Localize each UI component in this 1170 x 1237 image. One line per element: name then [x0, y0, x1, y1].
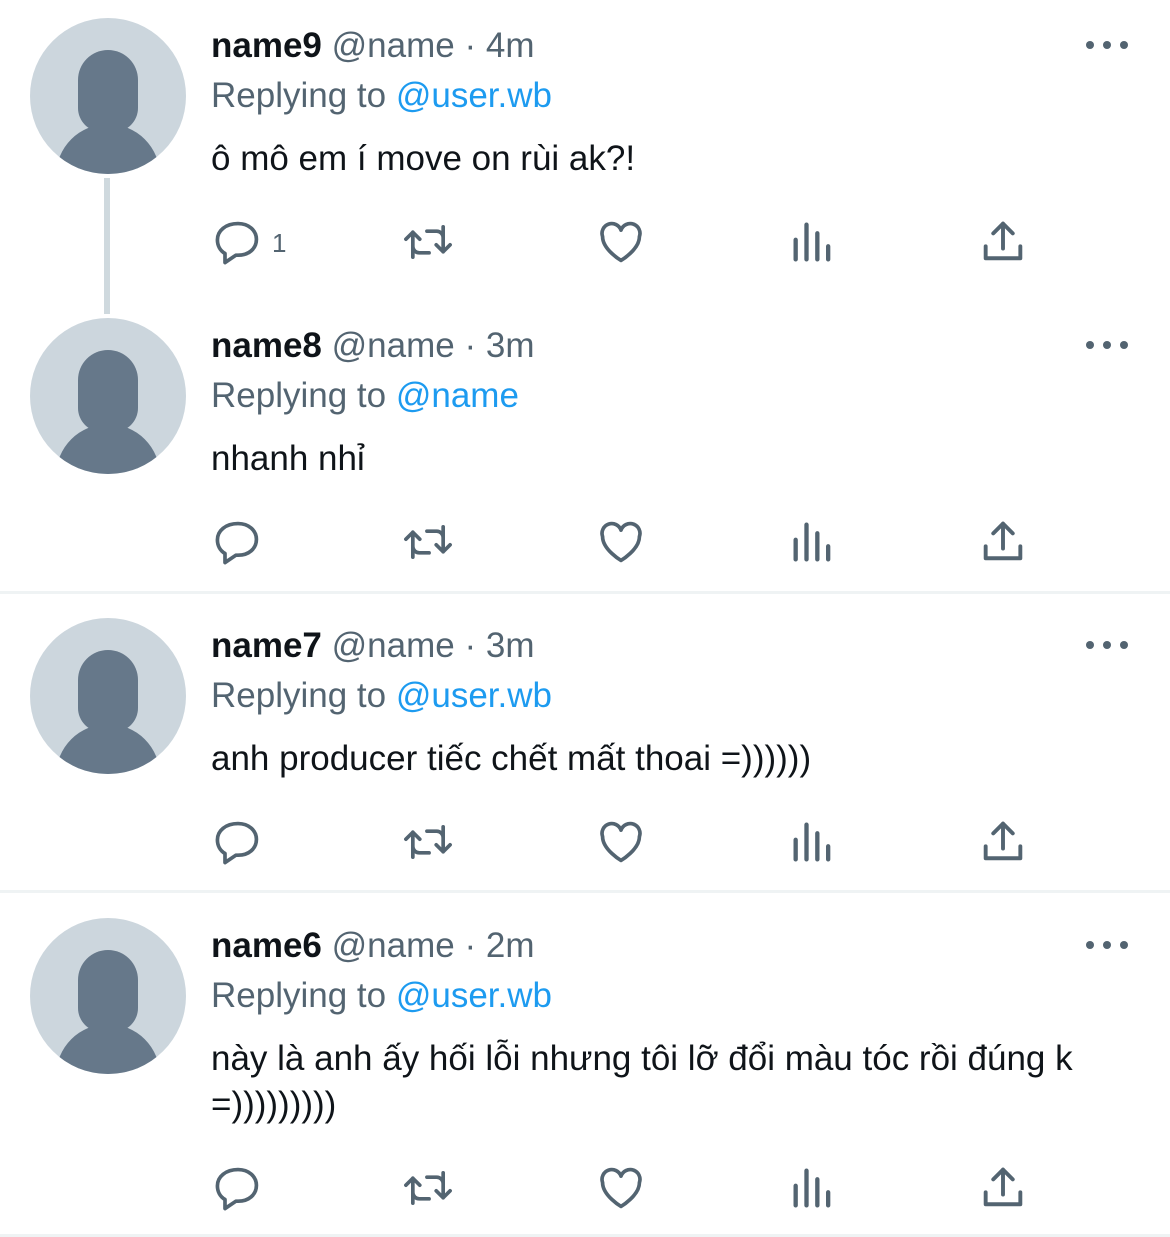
tweet-text: anh producer tiếc chết mất thoai =)))))) — [211, 739, 812, 778]
reply-button[interactable] — [212, 1162, 264, 1214]
tweet-2[interactable]: name8 @name · 3m Replying to @name nhanh… — [0, 300, 1170, 592]
avatar[interactable] — [30, 18, 186, 174]
reply-icon — [215, 1167, 259, 1211]
display-name[interactable]: name8 — [211, 326, 322, 365]
share-button[interactable] — [977, 216, 1029, 268]
handle[interactable]: @name — [332, 326, 455, 365]
share-icon — [983, 221, 1023, 261]
more-icon[interactable] — [1086, 638, 1128, 652]
retweet-button[interactable] — [402, 216, 454, 268]
tweet-header: name7 @name · 3m — [211, 626, 534, 666]
like-button[interactable] — [595, 516, 647, 568]
retweet-icon — [404, 224, 452, 260]
separator: · — [464, 26, 477, 65]
separator: · — [464, 926, 477, 965]
replying-to-label: Replying to — [211, 676, 387, 715]
reply-button[interactable] — [212, 816, 264, 868]
display-name[interactable]: name6 — [211, 926, 322, 965]
retweet-icon — [404, 1170, 452, 1206]
replying-to-link[interactable]: @user.wb — [396, 676, 552, 715]
divider — [0, 890, 1170, 893]
views-button[interactable] — [787, 1162, 839, 1214]
replying-to-label: Replying to — [211, 376, 387, 415]
avatar[interactable] — [30, 618, 186, 774]
replying-to: Replying to @user.wb — [211, 976, 552, 1016]
replying-to: Replying to @user.wb — [211, 76, 552, 116]
more-icon[interactable] — [1086, 338, 1128, 352]
like-button[interactable] — [595, 1162, 647, 1214]
like-button[interactable] — [595, 816, 647, 868]
retweet-button[interactable] — [402, 516, 454, 568]
more-icon[interactable] — [1086, 38, 1128, 52]
retweet-icon — [404, 824, 452, 860]
views-icon — [793, 1168, 831, 1208]
reply-button[interactable] — [212, 516, 264, 568]
more-icon[interactable] — [1086, 938, 1128, 952]
like-button[interactable] — [595, 216, 647, 268]
divider — [0, 591, 1170, 594]
display-name[interactable]: name7 — [211, 626, 322, 665]
like-icon — [600, 221, 642, 263]
replying-to: Replying to @user.wb — [211, 676, 552, 716]
reply-button[interactable] — [212, 216, 264, 268]
avatar[interactable] — [30, 918, 186, 1074]
retweet-button[interactable] — [402, 1162, 454, 1214]
reply-icon — [215, 521, 259, 565]
replying-to-label: Replying to — [211, 76, 387, 115]
share-icon — [983, 1167, 1023, 1207]
tweet-header: name8 @name · 3m — [211, 326, 534, 366]
tweet-text: nhanh nhỉ — [211, 439, 365, 478]
handle[interactable]: @name — [332, 926, 455, 965]
retweet-button[interactable] — [402, 816, 454, 868]
share-icon — [983, 521, 1023, 561]
reply-count: 1 — [272, 228, 287, 258]
tweet-text: ô mô em í move on rùi ak?! — [211, 139, 636, 178]
timestamp[interactable]: 4m — [486, 26, 535, 65]
replying-to-link[interactable]: @user.wb — [396, 976, 552, 1015]
thread-connector-line — [104, 178, 110, 314]
share-icon — [983, 821, 1023, 861]
tweet-header: name6 @name · 2m — [211, 926, 534, 966]
display-name[interactable]: name9 — [211, 26, 322, 65]
handle[interactable]: @name — [332, 626, 455, 665]
replying-to-link[interactable]: @name — [396, 376, 519, 415]
share-button[interactable] — [977, 516, 1029, 568]
reply-icon — [215, 221, 259, 265]
share-button[interactable] — [977, 816, 1029, 868]
views-icon — [793, 222, 831, 262]
share-button[interactable] — [977, 1162, 1029, 1214]
timestamp[interactable]: 2m — [486, 926, 535, 965]
like-icon — [600, 1167, 642, 1209]
replying-to-link[interactable]: @user.wb — [396, 76, 552, 115]
replying-to-label: Replying to — [211, 976, 387, 1015]
tweet-text: này là anh ấy hối lỗi nhưng tôi lỡ đổi m… — [211, 1039, 1073, 1124]
avatar[interactable] — [30, 318, 186, 474]
tweet-header: name9 @name · 4m — [211, 26, 534, 66]
separator: · — [464, 626, 477, 665]
views-button[interactable] — [787, 816, 839, 868]
reply-icon — [215, 821, 259, 865]
handle[interactable]: @name — [332, 26, 455, 65]
replying-to: Replying to @name — [211, 376, 519, 416]
retweet-icon — [404, 524, 452, 560]
views-icon — [793, 522, 831, 562]
like-icon — [600, 821, 642, 863]
tweet-4[interactable]: name6 @name · 2m Replying to @user.wb nà… — [0, 900, 1170, 1237]
views-button[interactable] — [787, 216, 839, 268]
tweet-1[interactable]: name9 @name · 4m Replying to @user.wb ô … — [0, 0, 1170, 314]
timestamp[interactable]: 3m — [486, 326, 535, 365]
views-button[interactable] — [787, 516, 839, 568]
views-icon — [793, 822, 831, 862]
tweet-3[interactable]: name7 @name · 3m Replying to @user.wb an… — [0, 600, 1170, 890]
timestamp[interactable]: 3m — [486, 626, 535, 665]
separator: · — [464, 326, 477, 365]
like-icon — [600, 521, 642, 563]
